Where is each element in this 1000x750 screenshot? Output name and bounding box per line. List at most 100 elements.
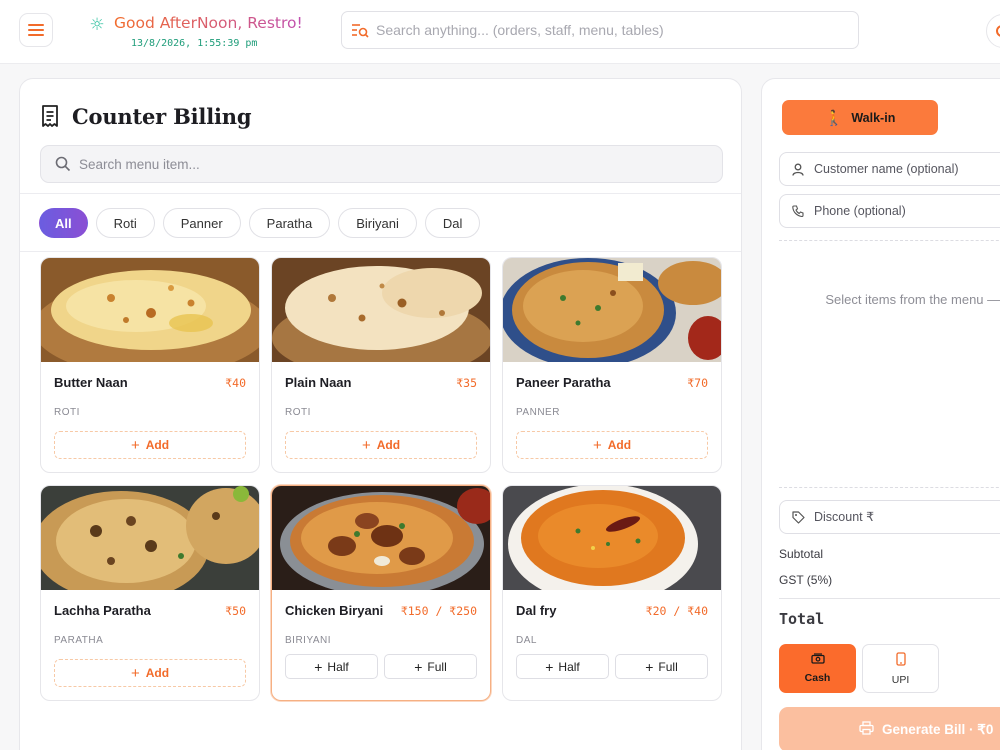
plus-icon: +	[130, 664, 140, 682]
plus-icon: +	[130, 436, 140, 454]
greeting-block: ☼ Good AfterNoon, Restro! 13/8/2026, 1:5…	[88, 12, 328, 56]
lachha-paratha-image	[41, 486, 259, 590]
half-label: Half	[327, 659, 349, 674]
empty-cart-message: Select items from the menu — your here	[825, 292, 1000, 307]
menu-item-card: Plain Naan ₹35 ROTI + Add	[271, 257, 491, 473]
phone-input[interactable]	[814, 204, 1000, 218]
generate-bill-button[interactable]: Generate Bill · ₹0	[779, 707, 1000, 750]
search-list-icon	[350, 20, 370, 40]
user-icon	[791, 162, 805, 176]
receipt-icon	[40, 105, 60, 127]
greeting-text: Good AfterNoon, Restro!	[114, 14, 303, 32]
walking-person-icon: 🚶	[824, 108, 844, 127]
divider	[779, 598, 1000, 599]
add-label: Add	[145, 666, 170, 680]
pay-upi-button[interactable]: UPI	[862, 644, 939, 693]
item-category: PARATHA	[54, 635, 104, 646]
mobile-icon	[895, 651, 906, 669]
add-half-biryani-button[interactable]: + Half	[285, 654, 378, 679]
page-header: Counter Billing	[40, 103, 252, 129]
add-label: Add	[145, 438, 170, 452]
pay-cash-label: Cash	[804, 672, 831, 684]
add-butter-naan-button[interactable]: + Add	[54, 431, 246, 459]
item-price: ₹70	[687, 376, 708, 390]
current-datetime: 13/8/2026, 1:55:39 pm	[131, 38, 258, 49]
paneer-paratha-image	[503, 258, 721, 362]
plain-naan-image	[272, 258, 490, 362]
divider	[20, 251, 741, 252]
counter-billing-panel: Counter Billing All Roti Panner Paratha …	[19, 78, 742, 750]
menu-search[interactable]	[40, 145, 723, 183]
menu-item-card: Paneer Paratha ₹70 PANNER + Add	[502, 257, 722, 473]
dal-fry-image	[503, 486, 721, 590]
item-category: ROTI	[54, 407, 80, 418]
tag-icon	[791, 510, 805, 524]
search-icon	[55, 156, 71, 172]
item-price: ₹20 / ₹40	[645, 604, 708, 618]
customer-name-input[interactable]	[814, 162, 1000, 176]
divider	[779, 487, 1000, 488]
generate-bill-label: Generate Bill · ₹0	[882, 721, 994, 737]
order-type-tabs: 🚶 Walk-in	[782, 100, 1000, 136]
total-label: Total	[779, 610, 825, 628]
global-search[interactable]	[341, 11, 859, 49]
menu-item-card: Lachha Paratha ₹50 PARATHA + Add	[40, 485, 260, 701]
menu-toggle-button[interactable]	[19, 13, 53, 47]
subtotal-label: Subtotal	[779, 547, 824, 561]
phone-icon	[791, 204, 805, 218]
full-label: Full	[427, 659, 447, 674]
add-lachha-paratha-button[interactable]: + Add	[54, 659, 246, 687]
plus-icon: +	[361, 436, 371, 454]
add-full-dal-button[interactable]: + Full	[615, 654, 708, 679]
plus-icon: +	[314, 658, 323, 675]
add-half-dal-button[interactable]: + Half	[516, 654, 609, 679]
add-label: Add	[376, 438, 401, 452]
menu-item-card: Dal fry ₹20 / ₹40 DAL + Half + Full	[502, 485, 722, 701]
item-name: Chicken Biryani	[285, 603, 384, 618]
category-chip-paratha[interactable]: Paratha	[248, 208, 331, 238]
cash-icon	[810, 653, 825, 667]
divider	[779, 240, 1000, 241]
customer-name-field[interactable]	[779, 152, 1000, 186]
tab-walk-in[interactable]: 🚶 Walk-in	[782, 100, 938, 135]
add-label: Add	[607, 438, 632, 452]
add-full-biryani-button[interactable]: + Full	[384, 654, 477, 679]
plus-icon: +	[592, 436, 602, 454]
item-price: ₹50	[225, 604, 246, 618]
menu-search-input[interactable]	[79, 156, 699, 172]
category-chip-all[interactable]: All	[39, 208, 88, 238]
category-chip-biriyani[interactable]: Biriyani	[338, 208, 417, 238]
menu-item-card: Butter Naan ₹40 ROTI + Add	[40, 257, 260, 473]
divider	[20, 193, 741, 194]
category-chip-roti[interactable]: Roti	[95, 208, 155, 238]
discount-input[interactable]	[814, 510, 1000, 524]
sun-icon: ☼	[89, 15, 105, 35]
half-label: Half	[558, 659, 580, 674]
item-category: BIRIYANI	[285, 635, 332, 646]
category-filter: All Roti Panner Paratha Biriyani Dal	[39, 208, 481, 238]
item-name: Paneer Paratha	[516, 375, 611, 390]
tab-walk-in-label: Walk-in	[851, 110, 896, 125]
add-plain-naan-button[interactable]: + Add	[285, 431, 477, 459]
profile-button[interactable]	[986, 14, 1000, 48]
item-price: ₹40	[225, 376, 246, 390]
global-search-input[interactable]	[376, 22, 846, 38]
plus-icon: +	[414, 658, 423, 675]
top-bar: ☼ Good AfterNoon, Restro! 13/8/2026, 1:5…	[0, 0, 1000, 64]
butter-naan-image	[41, 258, 259, 362]
item-price: ₹150 / ₹250	[400, 604, 477, 618]
hamburger-icon	[28, 24, 44, 36]
pay-cash-button[interactable]: Cash	[779, 644, 856, 693]
add-paneer-paratha-button[interactable]: + Add	[516, 431, 708, 459]
gst-label: GST (5%)	[779, 573, 833, 587]
item-name: Lachha Paratha	[54, 603, 151, 618]
category-chip-panner[interactable]: Panner	[162, 208, 241, 238]
item-category: ROTI	[285, 407, 311, 418]
phone-field[interactable]	[779, 194, 1000, 228]
item-category: PANNER	[516, 407, 560, 418]
item-price: ₹35	[456, 376, 477, 390]
item-category: DAL	[516, 635, 537, 646]
discount-field[interactable]	[779, 500, 1000, 534]
category-chip-dal[interactable]: Dal	[424, 208, 481, 238]
item-name: Plain Naan	[285, 375, 352, 390]
